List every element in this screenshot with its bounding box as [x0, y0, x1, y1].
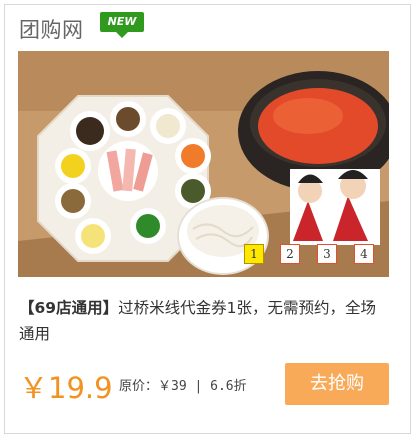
new-badge: NEW: [100, 12, 144, 38]
site-title: 团购网: [19, 18, 84, 42]
deal-store-tag: 【69店通用】: [19, 299, 119, 317]
buy-button[interactable]: 去抢购: [285, 363, 389, 405]
deal-price: ￥19.9: [19, 371, 113, 405]
deal-description[interactable]: 【69店通用】过桥米线代金券1张，无需预约，全场通用: [19, 295, 389, 347]
original-price: 原价：￥39 | 6.6折: [119, 379, 247, 394]
carousel-page-1[interactable]: 1: [244, 244, 264, 264]
carousel-page-2[interactable]: 2: [280, 244, 300, 264]
carousel-page-3[interactable]: 3: [317, 244, 337, 264]
carousel-page-4[interactable]: 4: [354, 244, 374, 264]
